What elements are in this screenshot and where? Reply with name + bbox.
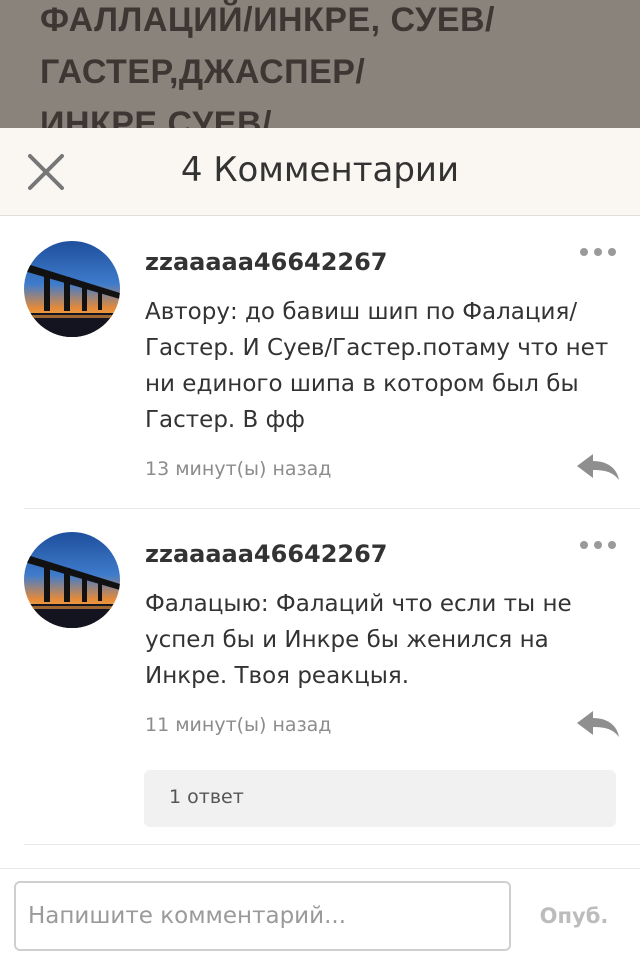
comment-composer: Опуб. (0, 868, 640, 960)
reply-button[interactable] (575, 707, 621, 743)
more-dots-icon (580, 248, 616, 256)
reply-arrow-icon (577, 454, 619, 480)
view-replies-button[interactable]: 1 ответ (144, 770, 616, 827)
background-story-title: ФАЛЛАЦИЙ/ИНКРЕ, СУЕВ/ ГАСТЕР,ДЖАСПЕР/ ИН… (40, 1, 495, 130)
more-options-button[interactable] (578, 244, 618, 260)
avatar-image (24, 241, 120, 337)
comments-title: 4 Комментарии (180, 150, 460, 190)
divider (24, 844, 640, 845)
comment-text: Автору: до бавиш шип по Фалация/ Гастер.… (145, 299, 609, 433)
publish-button[interactable]: Опуб. (522, 891, 626, 941)
avatar[interactable] (24, 532, 120, 628)
reply-button[interactable] (575, 450, 621, 486)
comment-timestamp: 13 минут(ы) назад (145, 458, 332, 480)
reply-arrow-icon (577, 711, 619, 737)
avatar[interactable] (24, 241, 120, 337)
divider (24, 508, 640, 509)
avatar-image (24, 532, 120, 628)
replies-count-label: 1 ответ (169, 786, 244, 808)
comment-text: Фалацыю: Фалаций что если ты не успел бы… (145, 591, 572, 689)
more-dots-icon (580, 541, 616, 549)
comment-timestamp: 11 минут(ы) назад (145, 714, 332, 736)
more-options-button[interactable] (578, 537, 618, 553)
background-page: ФАЛЛАЦИЙ/ИНКРЕ, СУЕВ/ ГАСТЕР,ДЖАСПЕР/ ИН… (0, 0, 640, 130)
comments-sheet: 4 Комментарии zzaaaaa46642267 Автору: до… (0, 128, 640, 960)
comments-header: 4 Комментарии (0, 128, 640, 216)
comment-input[interactable] (14, 881, 511, 951)
comment-username[interactable]: zzaaaaa46642267 (145, 540, 388, 568)
comment-username[interactable]: zzaaaaa46642267 (145, 248, 388, 276)
